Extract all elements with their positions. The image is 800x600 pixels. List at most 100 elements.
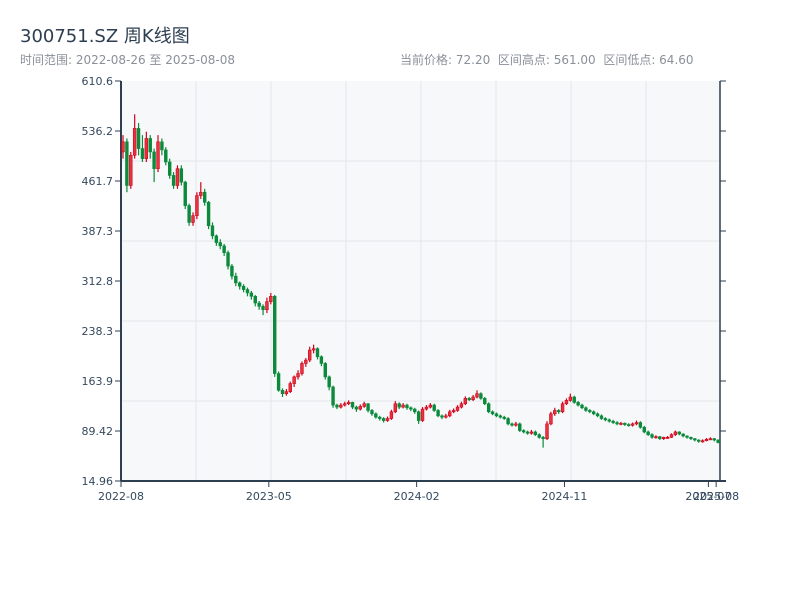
candle-up [304, 359, 308, 364]
candle-up [175, 168, 180, 186]
candle-down [280, 390, 285, 394]
candle-down [498, 415, 503, 418]
candle-down [179, 168, 184, 183]
candle-down [249, 292, 254, 297]
candle-up [529, 431, 534, 434]
candle-up [471, 396, 475, 401]
candle-down [693, 438, 697, 441]
candle-down [245, 289, 250, 294]
candle-up [284, 391, 289, 394]
candle-down [502, 416, 506, 419]
candle-down [623, 422, 627, 425]
candle-up [296, 373, 300, 378]
candle-up [553, 410, 557, 415]
candle-down [226, 252, 230, 267]
candle-up [700, 440, 705, 443]
candle-up [339, 404, 343, 408]
y-tick-label: 238.3 [82, 325, 114, 338]
candle-up [308, 349, 312, 361]
candle-down [572, 396, 576, 403]
candle-up [269, 295, 273, 302]
candle-up [665, 437, 670, 439]
candle-down [518, 423, 522, 431]
candle-up [662, 437, 666, 439]
candle-down [712, 438, 716, 441]
candle-down [685, 435, 689, 438]
candle-down [490, 411, 495, 415]
candle-up [673, 431, 678, 435]
candle-down [689, 437, 693, 439]
candle-down [315, 348, 320, 358]
candle-down [136, 128, 141, 149]
candle-down [335, 404, 339, 408]
candle-up [311, 348, 316, 351]
candle-down [214, 235, 219, 243]
candle-up [265, 301, 269, 311]
candle-up [564, 400, 569, 405]
candle-up [428, 404, 433, 408]
candle-down [276, 373, 281, 391]
y-tick-label: 163.9 [82, 375, 114, 388]
candle-down [160, 141, 164, 151]
candle-down [327, 376, 331, 388]
candle-up [704, 439, 709, 441]
candle-down [506, 418, 510, 425]
candle-down [370, 410, 374, 415]
y-tick-label: 536.2 [82, 125, 114, 138]
candle-down [599, 415, 604, 419]
x-tick-label: 2025-08 [693, 490, 739, 503]
candle-up [199, 191, 203, 196]
candle-down [152, 151, 156, 170]
candle-down [238, 282, 242, 287]
candle-down [381, 418, 386, 421]
candle-down [541, 437, 545, 439]
candle-down [677, 431, 681, 435]
candle-up [545, 423, 549, 439]
candle-down [588, 410, 592, 413]
candle-down [521, 430, 526, 433]
candle-down [323, 363, 327, 378]
candle-up [514, 423, 518, 426]
candle-down [556, 410, 561, 413]
candle-up [448, 411, 452, 417]
candle-up [195, 195, 199, 217]
candle-down [413, 408, 417, 413]
candle-down [218, 242, 222, 247]
candle-up [420, 408, 425, 421]
candle-up [292, 376, 296, 384]
candle-down [537, 434, 541, 438]
candle-down [432, 404, 436, 411]
candle-down [646, 431, 650, 435]
candle-up [568, 396, 573, 401]
candle-down [650, 434, 654, 438]
candle-down [187, 205, 191, 223]
candle-down [230, 265, 234, 277]
candle-up [385, 418, 390, 421]
y-tick-label: 89.42 [82, 425, 114, 438]
candle-down [580, 404, 584, 409]
candle-up [444, 415, 448, 418]
candle-down [366, 403, 370, 411]
candle-down [533, 431, 538, 435]
candle-up [708, 438, 713, 441]
candle-down [467, 398, 471, 401]
candle-up [654, 436, 658, 439]
candle-down [436, 410, 440, 417]
candle-up [389, 411, 394, 419]
candle-down [241, 285, 246, 290]
candle-up [288, 383, 292, 392]
candle-up [358, 406, 362, 410]
candle-down [257, 302, 261, 307]
candle-down [397, 403, 401, 408]
candle-down [658, 436, 662, 439]
x-tick-label: 2023-05 [246, 490, 292, 503]
candle-down [494, 413, 499, 417]
candle-down [409, 407, 413, 410]
candle-down [331, 386, 335, 406]
candle-down [140, 148, 145, 159]
candle-down [167, 161, 172, 176]
candle-down [486, 403, 491, 413]
candle-down [350, 402, 355, 408]
candle-up [300, 363, 304, 374]
candle-down [440, 415, 444, 418]
